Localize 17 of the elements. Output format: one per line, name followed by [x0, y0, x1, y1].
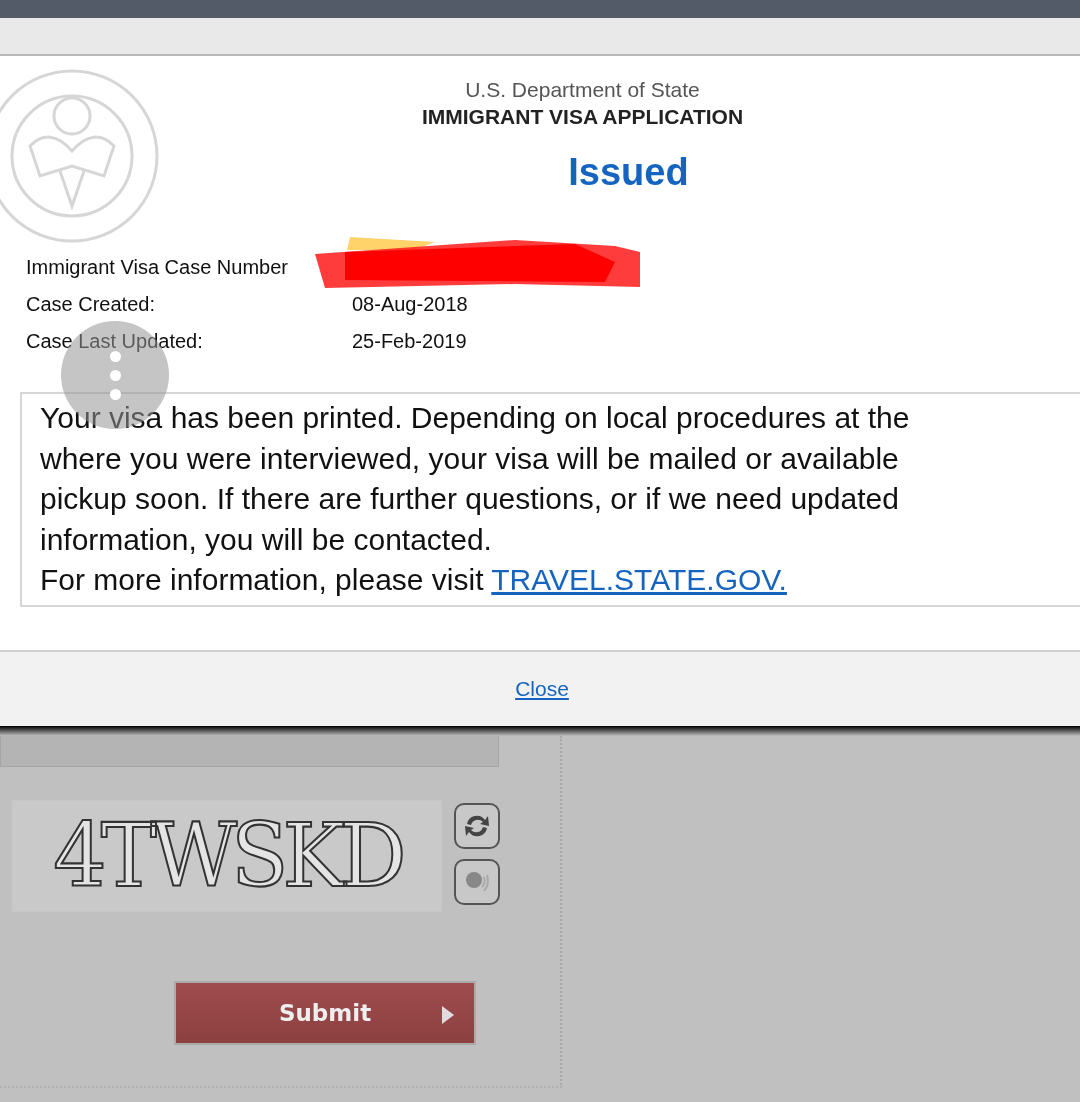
agency-name: U.S. Department of State	[465, 78, 700, 102]
field-value: 08-Aug-2018	[352, 292, 468, 316]
close-link[interactable]: Close	[515, 677, 569, 701]
status-message: Your visa has been printed. Depending on local procedures at the where you were interviewed, your visa will be mailed or available pickup soon. If there are further questions, or if we need updated information, you will be contacted. For more information, please visit TRAVEL.STATE.GOV.	[20, 392, 1080, 607]
field-label: Case Created:	[26, 292, 156, 316]
refresh-icon[interactable]	[454, 803, 500, 849]
input-field[interactable]	[0, 736, 499, 767]
captcha-image: 4TWSKD	[12, 800, 442, 912]
field-value: 25-Feb-2019	[352, 329, 467, 353]
status-text: Issued	[568, 151, 689, 194]
travel-link[interactable]: TRAVEL.STATE.GOV.	[491, 563, 787, 596]
dialog-title: IMMIGRANT VISA APPLICATION	[421, 105, 744, 129]
field-label: Immigrant Visa Case Number	[26, 255, 289, 279]
field-label: Case Last Updated:	[26, 329, 204, 353]
triangle-icon	[442, 1006, 454, 1024]
submit-button[interactable]: Submit	[174, 981, 476, 1045]
speaker-icon[interactable]	[454, 859, 500, 905]
